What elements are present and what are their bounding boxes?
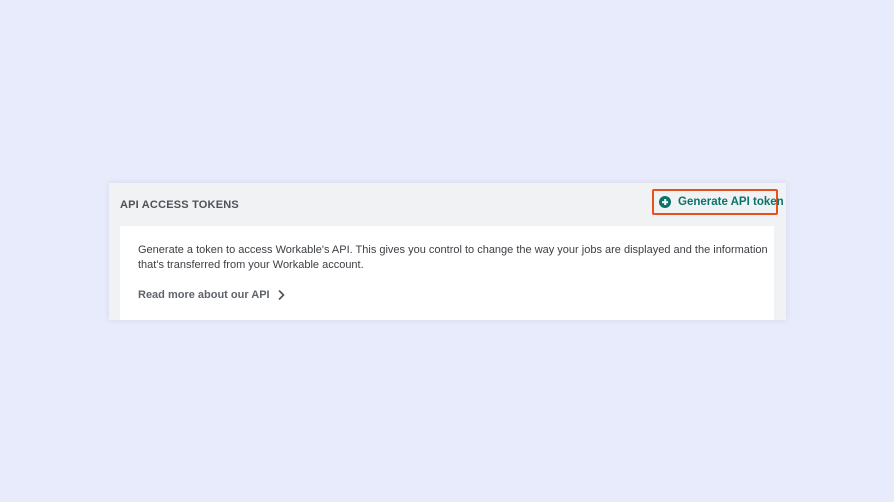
read-more-label: Read more about our API [138,289,270,301]
generate-api-token-label: Generate API token [678,196,784,208]
panel-title: API ACCESS TOKENS [120,199,239,211]
panel-header: API ACCESS TOKENS Generate API token [109,183,786,226]
generate-api-token-button[interactable]: Generate API token [652,189,784,215]
chevron-right-icon [278,290,284,300]
read-more-api-link[interactable]: Read more about our API [138,288,285,302]
api-access-tokens-panel: API ACCESS TOKENS Generate API token Gen… [109,183,786,320]
panel-body: Generate a token to access Workable's AP… [120,226,774,320]
plus-circle-icon [659,196,671,208]
api-description: Generate a token to access Workable's AP… [138,244,768,271]
